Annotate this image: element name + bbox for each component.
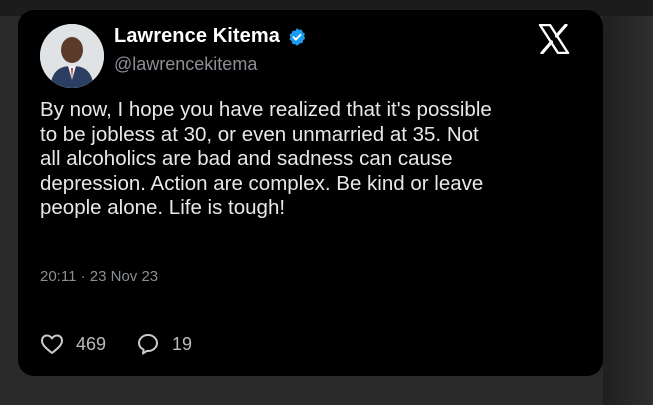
heart-icon [41,334,63,354]
author-handle[interactable]: @lawrencekitema [114,54,257,75]
avatar[interactable] [40,24,104,88]
reply-button[interactable]: 19 [136,332,192,356]
avatar-image [40,24,104,88]
like-button[interactable]: 469 [40,333,106,355]
engagement-row: 469 19 [40,332,222,356]
verified-badge-icon [287,27,307,47]
tweet-text: By now, I hope you have realized that it… [40,98,492,219]
x-logo-icon[interactable] [538,23,570,55]
like-count: 469 [76,333,107,354]
tweet-timestamp[interactable]: 20:11 · 23 Nov 23 [40,268,158,285]
author-name[interactable]: Lawrence Kitema [114,25,280,48]
author-name-row: Lawrence Kitema [114,25,307,48]
background-panel [603,16,653,405]
speech-bubble-icon [138,334,159,355]
tweet-card: Lawrence Kitema @lawrencekitema By now, … [18,10,603,376]
reply-count: 19 [172,333,193,354]
